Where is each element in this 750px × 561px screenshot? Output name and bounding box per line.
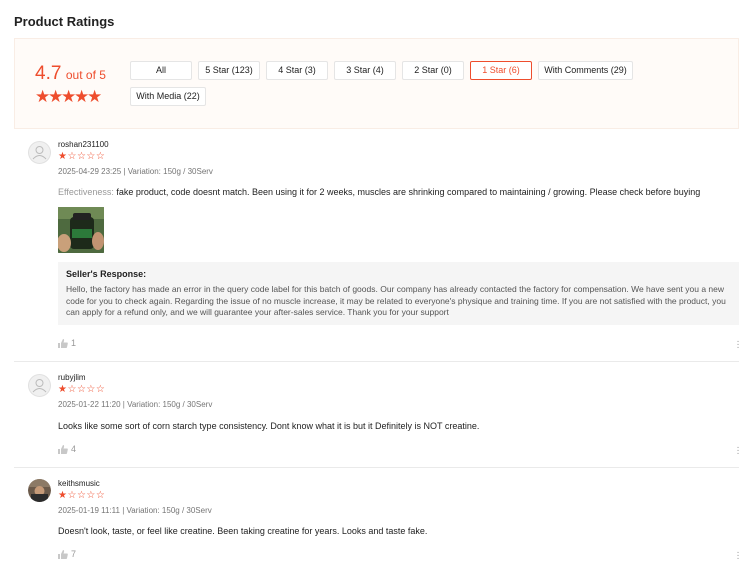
divider [14, 361, 739, 362]
more-vertical-icon[interactable]: · · · [735, 548, 741, 561]
rating-out-of: out of 5 [65, 68, 106, 82]
divider [14, 467, 739, 468]
review-stars: ★☆☆☆☆ [58, 384, 105, 395]
user-avatar-icon [28, 374, 51, 397]
filter-2-star[interactable]: 2 Star (0) [402, 61, 464, 80]
star-empty-icon: ☆ [76, 384, 87, 395]
star-empty-icon: ☆ [86, 151, 96, 162]
thumbs-up-icon [58, 444, 68, 454]
filter-with-comments[interactable]: With Comments (29) [538, 61, 633, 80]
more-vertical-icon[interactable]: · · · [735, 337, 741, 353]
star-icon: ★ [61, 87, 77, 106]
review-media-thumbnail[interactable] [58, 207, 104, 253]
filter-1-star[interactable]: 1 Star (6) [470, 61, 532, 80]
user-avatar-icon [28, 141, 51, 164]
rating-summary: 4.7 out of 5 ★★★★★ All 5 Star (123) 4 St… [14, 38, 739, 129]
rating-stars: ★★★★★ [35, 87, 103, 107]
review-stars: ★☆☆☆☆ [58, 490, 105, 501]
page-title: Product Ratings [14, 14, 115, 29]
review-attribute-label: Effectiveness: [58, 187, 114, 197]
star-empty-icon: ☆ [76, 490, 87, 501]
star-empty-icon: ☆ [76, 151, 87, 162]
seller-response: Seller's Response: Hello, the factory ha… [58, 262, 739, 325]
thumbs-up-icon [58, 338, 68, 348]
user-avatar [28, 479, 51, 502]
star-empty-icon: ☆ [67, 151, 77, 162]
filter-4-star[interactable]: 4 Star (3) [266, 61, 328, 80]
review-text: Doesn't look, taste, or feel like creati… [58, 526, 428, 536]
star-empty-icon: ☆ [95, 490, 106, 501]
star-empty-icon: ☆ [67, 384, 77, 395]
like-button[interactable]: 1 [58, 338, 76, 348]
more-vertical-icon[interactable]: · · · [735, 443, 741, 459]
review-attribute-value: fake product, code doesnt match. Been us… [116, 187, 701, 197]
review-meta: 2025-01-22 11:20 | Variation: 150g / 30S… [58, 400, 213, 409]
review-meta: 2025-01-19 11:11 | Variation: 150g / 30S… [58, 506, 212, 515]
like-count: 1 [71, 338, 77, 348]
star-icon: ★ [48, 87, 64, 106]
filter-5-star[interactable]: 5 Star (123) [198, 61, 260, 80]
star-empty-icon: ☆ [86, 384, 96, 395]
filter-with-media[interactable]: With Media (22) [130, 87, 206, 106]
star-icon: ★ [35, 87, 51, 106]
review-meta: 2025-04-29 23:25 | Variation: 150g / 30S… [58, 167, 213, 176]
rating-score-value: 4.7 [35, 63, 62, 84]
review-stars: ★☆☆☆☆ [58, 151, 105, 162]
review-text: Looks like some sort of corn starch type… [58, 421, 480, 431]
review-username: keithsmusic [58, 479, 100, 488]
star-icon: ★ [87, 87, 103, 106]
star-empty-icon: ☆ [95, 384, 106, 395]
filter-all[interactable]: All [130, 61, 192, 80]
review-username: rubyjlim [58, 373, 86, 382]
filter-3-star[interactable]: 3 Star (4) [334, 61, 396, 80]
like-button[interactable]: 7 [58, 549, 76, 559]
rating-score: 4.7 out of 5 [35, 63, 106, 85]
review-username: roshan231100 [58, 140, 109, 149]
seller-response-heading: Seller's Response: [66, 269, 147, 279]
review-text: Effectiveness: fake product, code doesnt… [58, 187, 700, 197]
thumbs-up-icon [58, 549, 68, 559]
like-count: 4 [71, 444, 77, 454]
like-button[interactable]: 4 [58, 444, 76, 454]
star-icon: ★ [74, 87, 90, 106]
like-count: 7 [71, 549, 77, 559]
star-empty-icon: ☆ [67, 490, 77, 501]
star-empty-icon: ☆ [95, 151, 106, 162]
seller-response-text: Hello, the factory has made an error in … [66, 284, 726, 317]
star-empty-icon: ☆ [86, 490, 96, 501]
